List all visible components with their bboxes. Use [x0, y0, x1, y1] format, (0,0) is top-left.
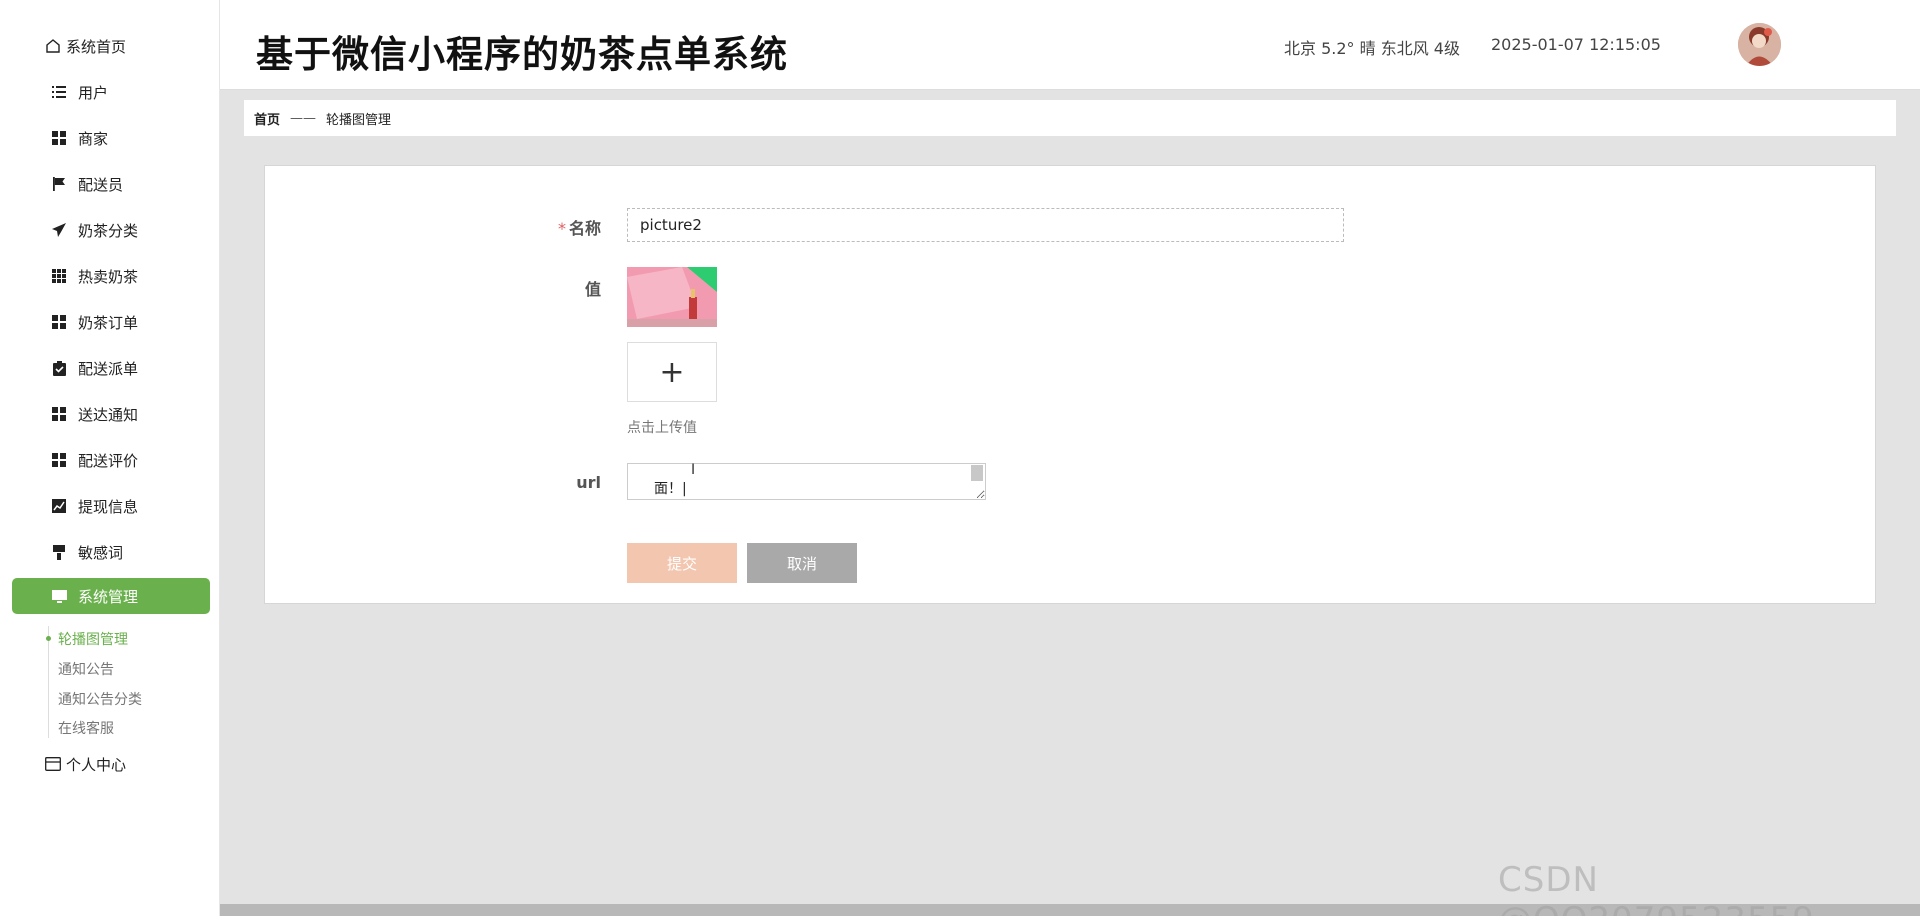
sidebar-item-label: 送达通知: [78, 405, 139, 424]
name-field[interactable]: [627, 208, 1344, 242]
submenu-active-dot: [46, 636, 51, 641]
id-card-icon: [44, 755, 62, 773]
sidebar-item-tea-orders[interactable]: 奶茶订单: [12, 304, 210, 340]
url-textarea[interactable]: 面！|: [627, 463, 986, 500]
submenu-line: [48, 626, 49, 738]
grid-icon: [50, 313, 68, 331]
sidebar-item-users[interactable]: 用户: [12, 74, 210, 110]
sidebar: 系统首页 用户 商家 配送员 奶茶分类 热卖奶茶 奶茶订单 配送派单 送达通知 …: [0, 0, 220, 916]
breadcrumb-current: 轮播图管理: [326, 112, 392, 128]
list-icon: [50, 83, 68, 101]
sidebar-item-merchants[interactable]: 商家: [12, 120, 210, 156]
form-panel: *名称 值 + 点击上传值 url 面！| I 提交 取消: [264, 165, 1876, 604]
breadcrumb-separator: ——: [290, 110, 317, 126]
upload-button[interactable]: +: [627, 342, 717, 402]
avatar[interactable]: [1738, 23, 1781, 66]
brush-icon: [50, 543, 68, 561]
submit-button[interactable]: 提交: [627, 543, 737, 583]
clipboard-check-icon: [50, 359, 68, 377]
chart-icon: [50, 497, 68, 515]
sidebar-item-tea-categories[interactable]: 奶茶分类: [12, 212, 210, 248]
sidebar-item-label: 热卖奶茶: [78, 267, 139, 286]
sidebar-item-label: 奶茶订单: [78, 313, 139, 332]
sidebar-item-label: 用户: [78, 83, 109, 102]
textarea-scrollbar[interactable]: [971, 465, 983, 481]
required-mark: *: [557, 219, 566, 238]
sidebar-item-couriers[interactable]: 配送员: [12, 166, 210, 202]
grid-nine-icon: [50, 267, 68, 285]
sidebar-item-withdrawals[interactable]: 提现信息: [12, 488, 210, 524]
name-label: * 名称: [557, 219, 601, 238]
sidebar-item-personal-center[interactable]: 个人中心: [12, 746, 210, 782]
sidebar-item-label: 配送员: [78, 175, 124, 194]
sidebar-item-label: 配送评价: [78, 451, 139, 470]
watermark: CSDN @QQ2079523559: [1498, 860, 1814, 916]
breadcrumb: 首页 —— 轮播图管理: [244, 100, 1896, 136]
monitor-icon: [50, 587, 68, 605]
plus-icon: +: [659, 354, 685, 390]
value-label: 值: [584, 280, 601, 299]
datetime: 2025-01-07 12:15:05: [1491, 35, 1661, 54]
submenu-item-carousel[interactable]: 轮播图管理: [58, 629, 128, 649]
sidebar-item-home[interactable]: 系统首页: [12, 28, 210, 64]
top-header: 基于微信小程序的奶茶点单系统 北京 5.2° 晴 东北风 4级 2025-01-…: [220, 0, 1920, 90]
breadcrumb-home[interactable]: 首页: [254, 109, 280, 128]
submenu-item-online-service[interactable]: 在线客服: [58, 718, 114, 738]
sidebar-item-label: 系统管理: [78, 587, 139, 606]
submenu-item-notice-categories[interactable]: 通知公告分类: [58, 689, 142, 709]
home-icon: [44, 37, 62, 55]
sidebar-item-label: 商家: [78, 129, 109, 148]
sidebar-item-delivery-reviews[interactable]: 配送评价: [12, 442, 210, 478]
sidebar-item-label: 配送派单: [78, 359, 139, 378]
text-cursor-icon: I: [691, 462, 696, 478]
sidebar-item-label: 系统首页: [66, 37, 127, 56]
weather-info: 北京 5.2° 晴 东北风 4级: [1284, 39, 1460, 58]
uploaded-image-thumbnail[interactable]: [627, 267, 717, 327]
grid-icon: [50, 129, 68, 147]
sidebar-item-label: 奶茶分类: [78, 221, 139, 240]
grid-icon: [50, 451, 68, 469]
sidebar-item-label: 提现信息: [78, 497, 139, 516]
grid-icon: [50, 405, 68, 423]
sidebar-item-hot-tea[interactable]: 热卖奶茶: [12, 258, 210, 294]
sidebar-item-sensitive-words[interactable]: 敏感词: [12, 534, 210, 570]
sidebar-item-label: 个人中心: [66, 755, 127, 774]
sidebar-item-system-management[interactable]: 系统管理: [12, 578, 210, 614]
paper-plane-icon: [50, 221, 68, 239]
url-label: url: [576, 473, 601, 492]
flag-icon: [50, 175, 68, 193]
cancel-button[interactable]: 取消: [747, 543, 857, 583]
sidebar-item-dispatch[interactable]: 配送派单: [12, 350, 210, 386]
upload-hint: 点击上传值: [627, 420, 697, 436]
submenu-item-notices[interactable]: 通知公告: [58, 659, 114, 679]
site-title: 基于微信小程序的奶茶点单系统: [256, 33, 788, 76]
sidebar-item-delivery-notice[interactable]: 送达通知: [12, 396, 210, 432]
sidebar-item-label: 敏感词: [78, 543, 124, 562]
